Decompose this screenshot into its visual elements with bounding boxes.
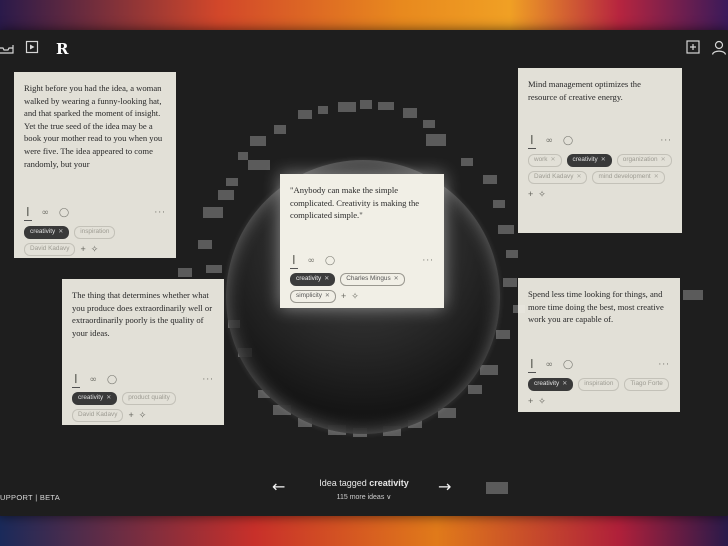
shield-icon[interactable]: ◯ [325, 255, 335, 268]
remove-tag-icon[interactable]: ✕ [661, 154, 666, 167]
tag-chip[interactable]: David Kadavy ✕ [528, 171, 588, 184]
idea-card[interactable]: Spend less time looking for things, and … [518, 278, 680, 412]
tag-chip[interactable]: creativity ✕ [72, 392, 118, 405]
tag-chip[interactable]: creativity ✕ [528, 378, 574, 391]
link-icon[interactable]: ∞ [308, 255, 316, 268]
tag-icon[interactable]: ❙ [24, 206, 32, 221]
tag-list: work ✕ creativity ✕ organization ✕ David Ka… [528, 154, 672, 201]
tag-chip[interactable]: creativity ✕ [24, 226, 70, 239]
tag-chip[interactable]: creativity ✕ [290, 273, 336, 286]
tag-chip[interactable]: product quality [122, 392, 176, 405]
suggest-tags-icon[interactable]: ✧ [139, 409, 147, 422]
tag-list: creativity ✕ inspiration David Kadavy + ✧ [24, 226, 166, 256]
more-ideas[interactable]: 115 more ideas ∨ [0, 493, 728, 501]
tag-chip[interactable]: mind development ✕ [592, 171, 665, 184]
shield-icon[interactable]: ◯ [563, 135, 573, 148]
more-ideas-label: 115 more ideas [336, 494, 385, 501]
link-icon[interactable]: ∞ [546, 135, 554, 148]
idea-navigator: Idea tagged creativity 115 more ideas ∨ [0, 478, 728, 501]
card-actions: ❙ ∞ ◯ ··· [290, 254, 434, 269]
suggest-tags-icon[interactable]: ✧ [91, 243, 99, 256]
card-actions: ❙ ∞ ◯ ··· [528, 358, 670, 373]
remove-tag-icon[interactable]: ✕ [654, 171, 659, 184]
beta-badge: BETA [39, 493, 61, 502]
remove-tag-icon[interactable]: ✕ [562, 378, 567, 391]
media-icon[interactable] [25, 40, 39, 56]
card-actions: ❙ ∞ ◯ ··· [528, 134, 672, 149]
idea-text: The thing that determines whether what y… [72, 290, 213, 338]
support-link[interactable]: UPPORT [0, 493, 33, 502]
more-icon[interactable]: ··· [154, 207, 166, 220]
remove-tag-icon[interactable]: ✕ [324, 273, 329, 286]
idea-text: Right before you had the idea, a woman w… [24, 83, 163, 169]
shield-icon[interactable]: ◯ [59, 207, 69, 220]
idea-card[interactable]: The thing that determines whether what y… [62, 279, 224, 425]
suggest-tags-icon[interactable]: ✧ [538, 395, 546, 408]
idea-card-focused[interactable]: "Anybody can make the simple complicated… [280, 174, 444, 308]
shield-icon[interactable]: ◯ [563, 359, 573, 372]
tag-chip[interactable]: inspiration [578, 378, 620, 391]
remove-tag-icon[interactable]: ✕ [576, 171, 581, 184]
more-icon[interactable]: ··· [202, 374, 214, 387]
app-window: R Right before you had the idea, a woman… [0, 30, 728, 516]
nav-tag[interactable]: creativity [369, 478, 409, 488]
tag-chip[interactable]: Tiago Forte [624, 378, 669, 391]
card-actions: ❙ ∞ ◯ ··· [72, 373, 214, 388]
tag-chip[interactable]: inspiration [74, 226, 116, 239]
footer-separator: | [35, 493, 38, 502]
idea-text: Mind management optimizes the resource o… [528, 79, 641, 102]
tag-chip[interactable]: simplicity ✕ [290, 290, 336, 303]
idea-card[interactable]: Right before you had the idea, a woman w… [14, 72, 176, 258]
tag-list: creativity ✕ inspiration Tiago Forte + ✧ [528, 378, 670, 408]
add-tag-icon[interactable]: + [528, 188, 533, 201]
add-tag-icon[interactable]: + [80, 243, 85, 256]
remove-tag-icon[interactable]: ✕ [58, 226, 63, 239]
remove-tag-icon[interactable]: ✕ [394, 273, 399, 286]
suggest-tags-icon[interactable]: ✧ [538, 188, 546, 201]
idea-text: "Anybody can make the simple complicated… [290, 185, 420, 221]
add-icon[interactable] [686, 40, 700, 56]
desktop-wallpaper [0, 516, 728, 546]
remove-tag-icon[interactable]: ✕ [325, 290, 330, 303]
link-icon[interactable]: ∞ [42, 207, 50, 220]
idea-text: Spend less time looking for things, and … [528, 289, 664, 325]
link-icon[interactable]: ∞ [546, 359, 554, 372]
tag-chip[interactable]: Charles Mingus ✕ [340, 273, 405, 286]
tag-list: creativity ✕ Charles Mingus ✕ simplicity ✕ … [290, 273, 434, 303]
more-icon[interactable]: ··· [660, 135, 672, 148]
link-icon[interactable]: ∞ [90, 374, 98, 387]
tag-chip[interactable]: David Kadavy [24, 243, 76, 256]
tag-list: creativity ✕ product quality David Kadavy… [72, 392, 214, 422]
footer-links: UPPORT | BETA [0, 493, 60, 502]
app-logo[interactable]: R [56, 40, 68, 58]
add-tag-icon[interactable]: + [128, 409, 133, 422]
add-tag-icon[interactable]: + [528, 395, 533, 408]
tag-icon[interactable]: ❙ [72, 373, 80, 388]
chevron-down-icon: ∨ [386, 494, 392, 501]
nav-title: Idea tagged creativity [0, 478, 728, 488]
tag-chip[interactable]: David Kadavy [72, 409, 124, 422]
remove-tag-icon[interactable]: ✕ [601, 154, 606, 167]
nav-prefix: Idea tagged [319, 478, 370, 488]
remove-tag-icon[interactable]: ✕ [106, 392, 111, 405]
tag-chip[interactable]: creativity ✕ [566, 154, 612, 167]
tag-icon[interactable]: ❙ [528, 358, 536, 373]
tag-icon[interactable]: ❙ [528, 134, 536, 149]
tag-chip[interactable]: work ✕ [528, 154, 562, 167]
inbox-icon[interactable] [0, 42, 14, 56]
tag-chip[interactable]: organization ✕ [616, 154, 672, 167]
suggest-tags-icon[interactable]: ✧ [351, 290, 359, 303]
tag-icon[interactable]: ❙ [290, 254, 298, 269]
shield-icon[interactable]: ◯ [107, 374, 117, 387]
idea-card[interactable]: Mind management optimizes the resource o… [518, 68, 682, 233]
user-icon[interactable] [711, 40, 727, 57]
card-actions: ❙ ∞ ◯ ··· [24, 206, 166, 221]
more-icon[interactable]: ··· [658, 359, 670, 372]
more-icon[interactable]: ··· [422, 255, 434, 268]
add-tag-icon[interactable]: + [341, 290, 346, 303]
remove-tag-icon[interactable]: ✕ [551, 154, 556, 167]
